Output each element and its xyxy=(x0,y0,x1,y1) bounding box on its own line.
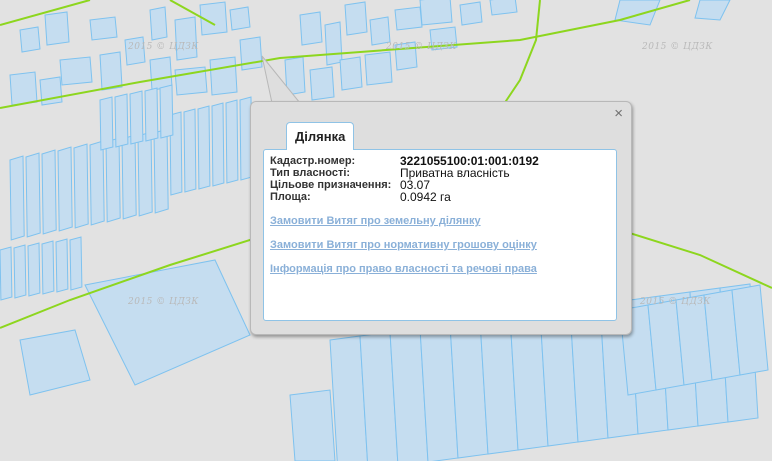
order-valuation-extract-link[interactable]: Замовити Витяг про нормативну грошову оц… xyxy=(270,239,537,251)
parcel[interactable] xyxy=(299,11,323,46)
parcel[interactable] xyxy=(19,26,41,53)
parcel[interactable] xyxy=(309,66,335,101)
parcel[interactable] xyxy=(13,244,27,299)
parcel[interactable] xyxy=(344,1,368,36)
parcel[interactable] xyxy=(89,140,105,226)
close-icon[interactable]: × xyxy=(614,106,623,122)
parcel[interactable] xyxy=(149,6,168,41)
parcel[interactable] xyxy=(121,134,137,220)
parcel[interactable] xyxy=(183,108,197,193)
parcel[interactable] xyxy=(284,56,306,96)
property-label: Площа: xyxy=(270,191,311,203)
area-value: 0.0942 га xyxy=(400,190,451,204)
parcel[interactable] xyxy=(41,240,55,295)
watermark: 2015 © ЦДЗК xyxy=(640,297,711,307)
watermark: 2015 © ЦДЗК xyxy=(386,42,457,52)
watermark: 2015 © ЦДЗК xyxy=(128,297,199,307)
parcel[interactable] xyxy=(27,242,41,297)
parcel[interactable] xyxy=(324,21,343,66)
parcel[interactable] xyxy=(105,137,121,223)
parcel[interactable] xyxy=(99,96,114,151)
parcel[interactable] xyxy=(69,236,83,291)
order-land-extract-link[interactable]: Замовити Витяг про земельну ділянку xyxy=(270,215,481,227)
ownership-info-link[interactable]: Інформація про право власності та речові… xyxy=(270,263,537,275)
parcel[interactable] xyxy=(339,56,363,91)
parcel-info-panel: Кадастр.номер: 3221055100:01:001:0192 Ти… xyxy=(263,149,617,321)
parcel[interactable] xyxy=(174,16,198,61)
parcel[interactable] xyxy=(225,99,239,184)
parcel[interactable] xyxy=(394,6,423,31)
parcel[interactable] xyxy=(369,16,391,46)
property-label: Цільове призначення: xyxy=(270,179,392,191)
tab-parcel[interactable]: Ділянка xyxy=(286,122,355,150)
parcel-info-popup: × Ділянка Кадастр.номер: 3221055100:01:0… xyxy=(250,101,632,335)
parcel[interactable] xyxy=(419,0,453,26)
parcel[interactable] xyxy=(489,0,518,16)
watermark: 2015 © ЦДЗК xyxy=(128,42,199,52)
property-label: Кадастр.номер: xyxy=(270,155,356,167)
parcel[interactable] xyxy=(129,90,144,145)
parcel[interactable] xyxy=(9,155,25,241)
parcel[interactable] xyxy=(229,6,251,31)
parcel[interactable] xyxy=(209,56,238,96)
parcel[interactable] xyxy=(197,105,211,190)
parcel[interactable] xyxy=(159,84,174,139)
parcel[interactable] xyxy=(55,238,69,293)
parcel[interactable] xyxy=(153,128,169,214)
watermark: 2015 © ЦДЗК xyxy=(642,42,713,52)
parcel[interactable] xyxy=(9,71,38,106)
parcel[interactable] xyxy=(149,56,173,91)
parcel[interactable] xyxy=(59,56,93,86)
parcel[interactable] xyxy=(44,11,70,46)
parcel[interactable] xyxy=(114,93,129,148)
parcel[interactable] xyxy=(211,102,225,187)
parcel[interactable] xyxy=(364,51,393,86)
parcel[interactable] xyxy=(73,143,89,229)
property-row: Площа: 0.0942 га xyxy=(270,191,539,203)
parcel[interactable] xyxy=(89,16,118,41)
parcel[interactable] xyxy=(57,146,73,232)
property-label: Тип власності: xyxy=(270,167,351,179)
parcel[interactable] xyxy=(0,246,13,301)
parcel-properties: Кадастр.номер: 3221055100:01:001:0192 Ти… xyxy=(270,155,539,203)
parcel[interactable] xyxy=(25,152,41,238)
parcel[interactable] xyxy=(459,1,483,26)
parcel[interactable] xyxy=(289,389,336,461)
parcel[interactable] xyxy=(137,131,153,217)
parcel[interactable] xyxy=(41,149,57,235)
parcel[interactable] xyxy=(99,51,123,91)
parcel[interactable] xyxy=(144,87,159,142)
